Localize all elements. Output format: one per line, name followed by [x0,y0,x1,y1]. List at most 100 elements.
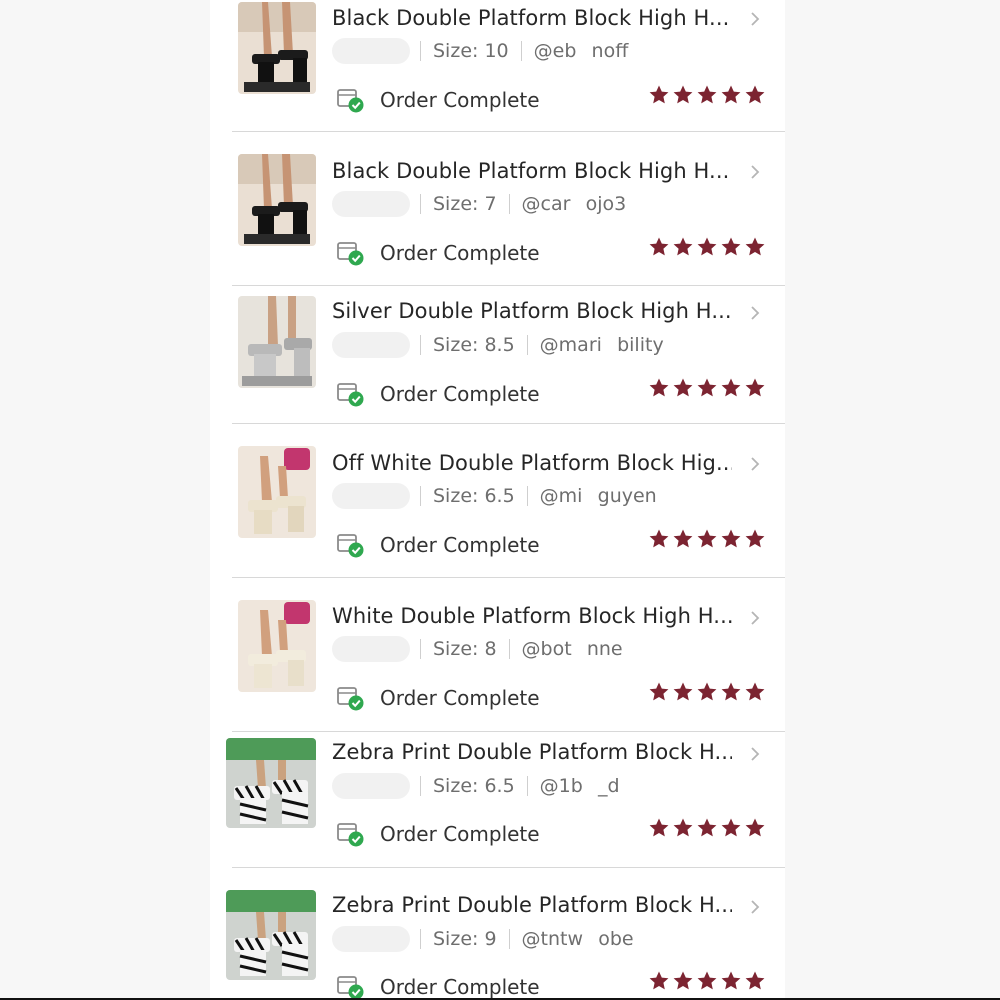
order-row[interactable]: Zebra Print Double Platform Block H... S… [226,868,785,1000]
star-icon [649,378,669,397]
star-icon [697,378,717,397]
order-status: Order Complete [336,86,540,114]
seller-username[interactable]: @eb noff [534,40,629,62]
chevron-right-icon[interactable] [748,457,762,471]
star-icon [721,237,741,256]
order-row[interactable]: Off White Double Platform Block Hig... S… [232,424,785,578]
order-meta: Size: 10 @eb noff [332,38,628,64]
order-status: Order Complete [336,239,540,267]
redacted-price [332,926,410,952]
divider [420,194,421,214]
size-label: Size: 6.5 [433,775,515,797]
star-icon [697,237,717,256]
chevron-right-icon[interactable] [748,306,762,320]
order-status-label: Order Complete [380,975,540,999]
star-icon [745,818,765,837]
star-icon [697,818,717,837]
star-icon [649,818,669,837]
order-complete-icon [337,242,364,266]
chevron-right-icon[interactable] [748,611,762,625]
product-title[interactable]: Black Double Platform Block High H... [332,6,732,30]
order-complete-icon [337,89,364,113]
product-thumbnail[interactable] [226,890,316,980]
right-margin [785,0,1000,1000]
star-icon [745,529,765,548]
order-meta: Size: 7 @car ojo3 [332,191,626,217]
seller-username[interactable]: @bot nne [522,638,623,660]
product-thumbnail[interactable] [238,446,316,538]
divider [508,929,510,949]
order-row[interactable]: Black Double Platform Block High H... Si… [232,0,785,132]
seller-username[interactable]: @1b _d [540,775,620,797]
redacted-price [332,38,410,64]
order-status: Order Complete [336,380,540,408]
redacted-price [332,636,410,662]
redacted-price [332,483,410,509]
order-meta: Size: 8.5 @mari bility [332,332,664,358]
product-title[interactable]: Zebra Print Double Platform Block H... [332,893,732,917]
divider [420,776,421,796]
star-icon [673,378,693,397]
chevron-right-icon[interactable] [748,747,762,761]
divider [420,335,421,355]
size-label: Size: 6.5 [433,485,515,507]
divider [520,41,522,61]
product-title[interactable]: Silver Double Platform Block High H... [332,299,732,323]
star-icon [721,682,741,701]
product-title[interactable]: Off White Double Platform Block Hig... [332,451,732,475]
star-icon [697,529,717,548]
chevron-right-icon[interactable] [748,165,762,179]
product-thumbnail[interactable] [238,154,316,246]
order-status: Order Complete [336,531,540,559]
star-icon [649,85,669,104]
seller-username[interactable]: @tntw obe [522,928,634,950]
divider [508,194,510,214]
rating-stars [648,528,766,552]
divider [420,639,421,659]
order-row[interactable]: White Double Platform Block High H... Si… [232,578,785,732]
seller-username[interactable]: @car ojo3 [522,193,627,215]
order-complete-icon [337,823,364,847]
order-complete-icon [337,383,364,407]
star-icon [697,971,717,990]
order-status-label: Order Complete [380,382,540,406]
rating-stars [648,970,766,994]
order-status: Order Complete [336,820,540,848]
chevron-right-icon[interactable] [748,900,762,914]
product-title[interactable]: White Double Platform Block High H... [332,604,732,628]
star-icon [721,529,741,548]
star-icon [649,237,669,256]
seller-username[interactable]: @mari bility [540,334,664,356]
order-meta: Size: 6.5 @1b _d [332,773,620,799]
divider [420,486,421,506]
order-list[interactable]: Black Double Platform Block High H... Si… [210,0,785,1000]
star-icon [673,971,693,990]
star-icon [745,378,765,397]
order-row[interactable]: Silver Double Platform Block High H... S… [232,286,785,424]
product-thumbnail[interactable] [226,738,316,828]
rating-stars [648,84,766,108]
order-complete-icon [337,687,364,711]
star-icon [673,682,693,701]
order-status-label: Order Complete [380,686,540,710]
product-title[interactable]: Zebra Print Double Platform Block H... [332,740,732,764]
star-icon [721,818,741,837]
order-history-screen: Black Double Platform Block High H... Si… [0,0,1000,1000]
product-title[interactable]: Black Double Platform Block High H... [332,159,732,183]
product-thumbnail[interactable] [238,600,316,692]
divider [420,41,421,61]
star-icon [673,529,693,548]
redacted-price [332,191,410,217]
product-thumbnail[interactable] [238,296,316,388]
seller-username[interactable]: @mi guyen [540,485,657,507]
order-complete-icon [337,534,364,558]
chevron-right-icon[interactable] [748,12,762,26]
product-thumbnail[interactable] [238,2,316,94]
star-icon [745,682,765,701]
order-row[interactable]: Zebra Print Double Platform Block H... S… [226,732,785,868]
star-icon [721,378,741,397]
star-icon [649,971,669,990]
size-label: Size: 8.5 [433,334,515,356]
order-row[interactable]: Black Double Platform Block High H... Si… [232,132,785,286]
order-status: Order Complete [336,973,540,1000]
